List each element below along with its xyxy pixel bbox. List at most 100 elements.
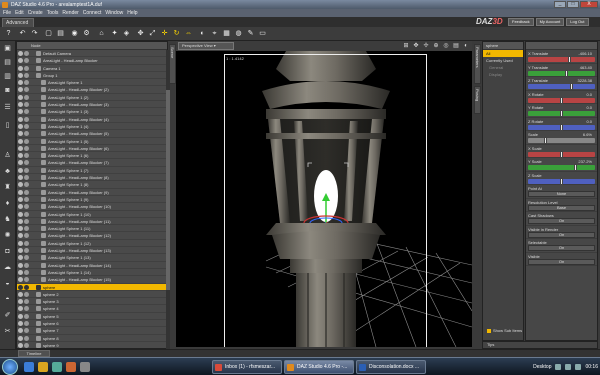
visibility-eye-icon[interactable]: [18, 175, 23, 181]
feedback-button[interactable]: Feedback: [508, 18, 534, 26]
selectable-eye-icon[interactable]: [24, 255, 29, 261]
selectable-eye-icon[interactable]: [24, 342, 29, 348]
scale-icon[interactable]: ⤢: [148, 29, 157, 38]
taskbar-item-daz[interactable]: DAZ Studio 4.6 Pro -...: [284, 360, 354, 374]
scene-node-row[interactable]: AreaLight - HeadLamp Blocker (2): [17, 86, 167, 94]
visibility-eye-icon[interactable]: [18, 320, 23, 326]
explorer-icon[interactable]: [38, 362, 48, 372]
surface-selection-icon[interactable]: ◍: [234, 29, 243, 38]
selectable-eye-icon[interactable]: [24, 335, 29, 341]
visibility-eye-icon[interactable]: [18, 51, 23, 56]
selectable-eye-icon[interactable]: [24, 80, 29, 86]
visibility-eye-icon[interactable]: [18, 189, 23, 195]
view-select-dropdown[interactable]: Perspective View ▾: [178, 42, 234, 50]
menu-edit[interactable]: Edit: [15, 10, 24, 16]
3d-viewport[interactable]: 1 : 1.4142: [176, 51, 472, 347]
content-library-icon[interactable]: ▣: [3, 44, 12, 53]
scene-node-row[interactable]: AreaLight - HeadLamp Blocker: [17, 57, 167, 65]
clock[interactable]: 00:16: [585, 364, 598, 370]
render-icon[interactable]: ◉: [70, 29, 79, 38]
scene-node-row[interactable]: AreaLight - HeadLamp Blocker (6): [17, 145, 167, 153]
visibility-eye-icon[interactable]: [18, 299, 23, 305]
environment-icon[interactable]: ☁: [3, 263, 12, 272]
selectable-eye-icon[interactable]: [24, 94, 29, 100]
show-sub-items-checkbox[interactable]: Show Sub Items: [487, 328, 522, 333]
maximize-button[interactable]: □: [567, 1, 579, 8]
selectable-eye-icon[interactable]: [24, 204, 29, 210]
category-display[interactable]: Display: [483, 71, 523, 78]
joint-editor-icon[interactable]: ⌖: [210, 29, 219, 38]
visibility-eye-icon[interactable]: [18, 342, 23, 348]
scene-node-row[interactable]: AreaLight Sphere 1 (14): [17, 269, 167, 277]
scene-node-row[interactable]: AreaLight Sphere 1 (7): [17, 167, 167, 175]
scene-node-row[interactable]: sphere 6: [17, 320, 167, 328]
pan-icon[interactable]: ✢: [422, 42, 430, 50]
menu-connect[interactable]: Connect: [83, 10, 102, 16]
log-out-button[interactable]: Log Out: [566, 18, 589, 26]
parameter-slider-track[interactable]: [528, 165, 595, 170]
slider-knob[interactable]: [567, 56, 571, 63]
slider-knob[interactable]: [560, 123, 563, 131]
light-preset-icon[interactable]: ✺: [3, 231, 12, 240]
menu-tools[interactable]: Tools: [47, 10, 59, 16]
parameter-slider-track[interactable]: [528, 70, 595, 76]
scene-node-row[interactable]: AreaLight - HeadLamp Blocker (14): [17, 262, 167, 269]
visibility-eye-icon[interactable]: [18, 306, 23, 312]
visibility-eye-icon[interactable]: [18, 255, 23, 261]
selectable-eye-icon[interactable]: [24, 175, 29, 181]
redo-icon[interactable]: ↷: [30, 29, 39, 38]
wardrobe-icon[interactable]: ♜: [3, 183, 12, 192]
close-button[interactable]: X: [580, 1, 598, 8]
visibility-eye-icon[interactable]: [18, 262, 23, 268]
parameter-value[interactable]: 6.6%: [583, 132, 592, 137]
parameter-value[interactable]: 0.0: [586, 119, 592, 124]
selectable-eye-icon[interactable]: [24, 72, 29, 78]
scene-node-row[interactable]: AreaLight Sphere 1 (10): [17, 211, 167, 218]
selectable-eye-icon[interactable]: [24, 277, 29, 283]
selectable-eye-icon[interactable]: [24, 51, 29, 56]
visibility-eye-icon[interactable]: [18, 335, 23, 341]
selectable-eye-icon[interactable]: [24, 58, 29, 64]
selectable-eye-icon[interactable]: [24, 306, 29, 312]
list-icon[interactable]: ☰: [3, 103, 12, 112]
scene-node-row[interactable]: AreaLight Sphere 1 (4): [17, 123, 167, 131]
visibility-eye-icon[interactable]: [18, 226, 23, 232]
ie-icon[interactable]: [24, 362, 34, 372]
scene-node-row[interactable]: AreaLight - HeadLamp Blocker (10): [17, 203, 167, 211]
taskbar-item-word[interactable]: Disconsolation.docx ...: [356, 360, 426, 374]
selectable-eye-icon[interactable]: [24, 109, 29, 115]
visibility-eye-icon[interactable]: [18, 204, 23, 210]
scene-node-row[interactable]: sphere 8: [17, 335, 167, 342]
parameter-value[interactable]: 0.0: [586, 105, 592, 110]
slider-knob[interactable]: [570, 83, 574, 90]
scene-node-row[interactable]: AreaLight - HeadLamp Blocker (5): [17, 130, 167, 138]
zoom-icon[interactable]: ⊕: [432, 42, 440, 50]
selectable-eye-icon[interactable]: [24, 160, 29, 166]
figure-icon[interactable]: ♙: [3, 151, 12, 160]
selectable-eye-icon[interactable]: [24, 262, 29, 268]
parameter-value-button[interactable]: On: [528, 218, 595, 224]
tab-timeline[interactable]: Timeline: [18, 350, 50, 357]
selectable-eye-icon[interactable]: [24, 328, 29, 334]
selectable-eye-icon[interactable]: [24, 313, 29, 319]
parameter-value-button[interactable]: On: [528, 258, 595, 265]
render-settings-icon[interactable]: ⚙: [82, 29, 91, 38]
scene-node-row[interactable]: AreaLight Sphere 1 (2): [17, 94, 167, 102]
selectable-eye-icon[interactable]: [24, 240, 29, 246]
slider-knob[interactable]: [544, 137, 547, 144]
camera-icon[interactable]: ⌂: [97, 29, 106, 38]
parameter-value[interactable]: 237.2%: [578, 159, 592, 164]
parameter-value[interactable]: 463.40: [580, 65, 592, 70]
scene-node-row[interactable]: sphere 2: [17, 291, 167, 299]
viewport-menu-icon[interactable]: ▤: [452, 42, 460, 50]
selectable-eye-icon[interactable]: [24, 102, 29, 108]
scene-node-row[interactable]: Group 1: [17, 72, 167, 80]
parameter-value-button[interactable]: On: [528, 231, 595, 238]
slider-knob[interactable]: [560, 96, 563, 104]
geometry-editor-icon[interactable]: ▦: [222, 29, 231, 38]
scene-node-row[interactable]: AreaLight - HeadLamp Blocker (11): [17, 218, 167, 226]
selectable-eye-icon[interactable]: [24, 87, 29, 93]
selectable-eye-icon[interactable]: [24, 116, 29, 122]
shader-icon[interactable]: ◓: [3, 295, 12, 304]
menu-window[interactable]: Window: [105, 10, 123, 16]
